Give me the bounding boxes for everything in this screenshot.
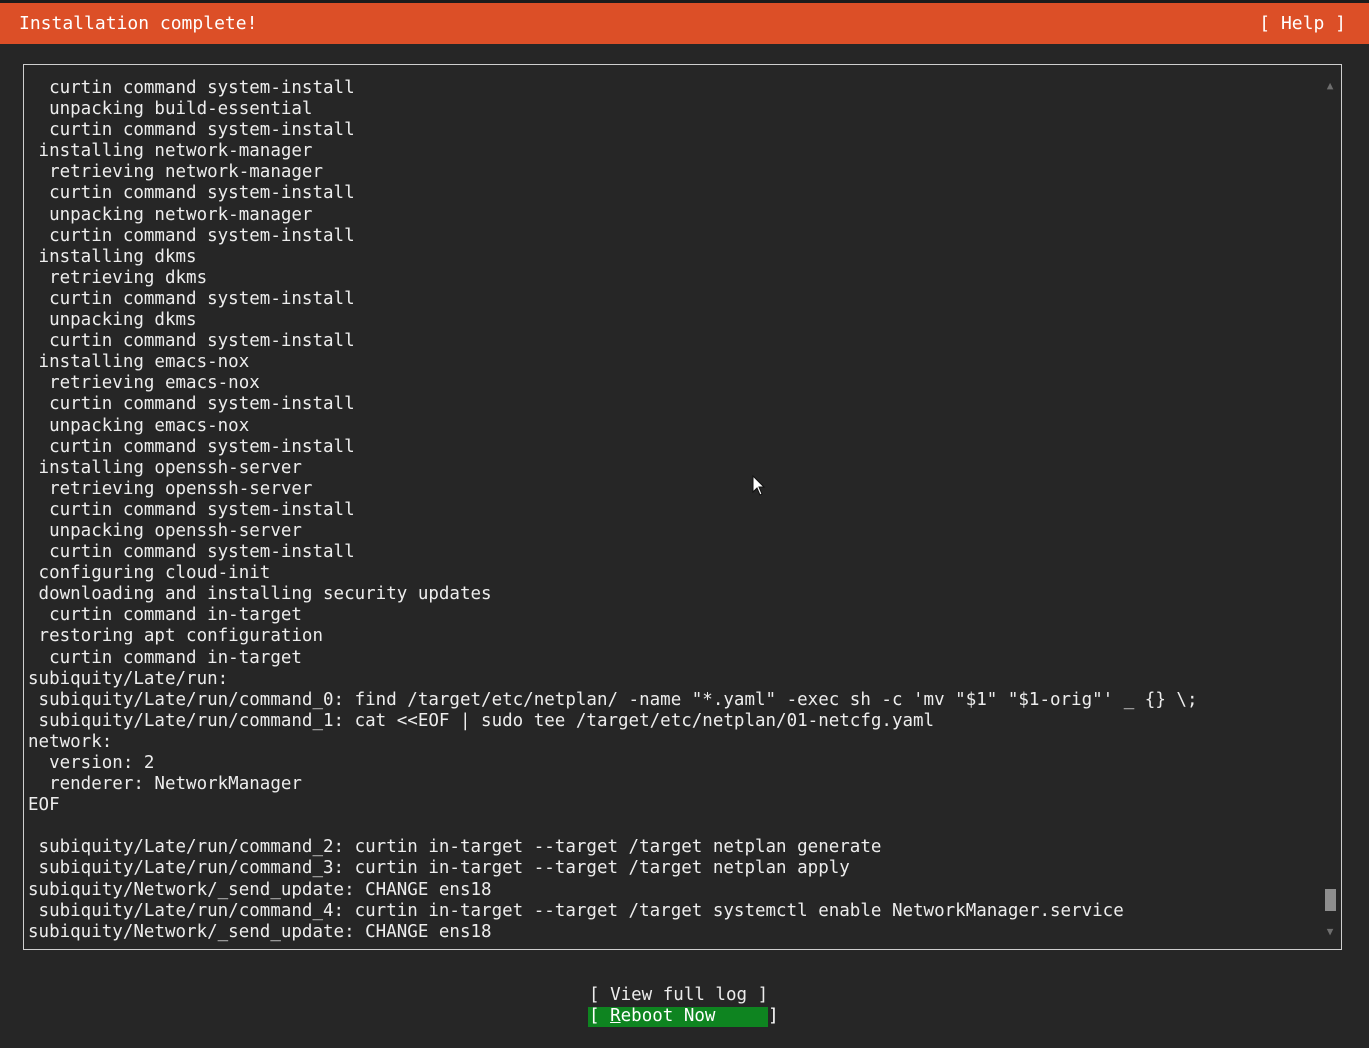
scroll-thumb[interactable] <box>1325 889 1336 911</box>
log-line: retrieving dkms <box>28 267 208 288</box>
log-line: configuring cloud-init <box>28 563 271 584</box>
mouse-pointer-icon <box>752 475 766 496</box>
log-line: curtin command in-target <box>28 605 302 626</box>
page-title: Installation complete! <box>19 13 258 34</box>
log-line: downloading and installing security upda… <box>28 584 492 605</box>
log-line: retrieving openssh-server <box>28 478 313 499</box>
log-line: curtin command system-install <box>28 120 355 141</box>
install-log-text: curtin command system-install unpacking … <box>28 78 1313 946</box>
log-line: subiquity/Late/run: <box>28 668 229 689</box>
log-line: subiquity/Network/_send_update: CHANGE e… <box>28 879 492 900</box>
install-log-panel[interactable]: curtin command system-install unpacking … <box>23 64 1342 950</box>
reboot-label-rest: eboot Now ] <box>620 1006 779 1026</box>
log-line: version: 2 <box>28 753 155 773</box>
log-line: curtin command system-install <box>28 394 355 415</box>
help-button[interactable]: [ Help ] <box>1259 14 1346 34</box>
log-line: unpacking build-essential <box>28 99 313 120</box>
log-line: retrieving network-manager <box>28 162 324 183</box>
log-line: installing network-manager <box>28 141 313 162</box>
scroll-up-icon[interactable]: ▲ <box>1323 79 1337 93</box>
reboot-bracket-open: [ <box>589 1006 611 1026</box>
log-line: subiquity/Late/run/command_3: curtin in-… <box>28 858 850 879</box>
log-line: curtin command system-install <box>28 225 355 246</box>
log-line: subiquity/Late/run/command_2: curtin in-… <box>28 837 882 858</box>
log-line: unpacking emacs-nox <box>28 415 250 436</box>
installer-screen: Installation complete! [ Help ] curtin c… <box>0 0 1369 1048</box>
log-line: retrieving emacs-nox <box>28 373 260 394</box>
log-line: subiquity/Late/run/command_0: find /targ… <box>28 689 1198 710</box>
log-line: curtin command in-target <box>28 647 302 668</box>
log-line: curtin command system-install <box>28 183 355 204</box>
view-full-log-button[interactable]: [ View full log ] <box>589 986 768 1006</box>
log-line: unpacking network-manager <box>28 204 313 225</box>
log-line: network: <box>28 731 113 752</box>
scroll-down-icon[interactable]: ▼ <box>1323 925 1337 939</box>
header-bar: Installation complete! [ Help ] <box>0 3 1369 44</box>
log-line: unpacking openssh-server <box>28 520 302 541</box>
log-line: unpacking dkms <box>28 310 197 331</box>
log-line: restoring apt configuration <box>28 626 324 647</box>
scrollbar[interactable]: ▲ ▼ <box>1323 79 1337 939</box>
log-line: installing dkms <box>28 246 197 267</box>
reboot-hotkey: R <box>610 1006 621 1026</box>
log-line: curtin command system-install <box>28 288 355 309</box>
log-line: curtin command system-install <box>28 542 355 563</box>
log-line: subiquity/Late/run/command_4: curtin in-… <box>28 900 1124 921</box>
log-line: installing emacs-nox <box>28 352 250 373</box>
reboot-now-button[interactable]: [ Reboot Now ] <box>588 1006 779 1027</box>
log-line: curtin command system-install <box>28 436 355 457</box>
log-line: curtin command system-install <box>28 331 355 352</box>
log-line: renderer: NetworkManager <box>28 774 302 795</box>
log-line: installing openssh-server <box>28 457 302 478</box>
log-line: curtin command system-install <box>28 499 355 520</box>
log-line: subiquity/Network/_send_update: CHANGE e… <box>28 921 492 942</box>
log-line: EOF <box>28 795 60 816</box>
log-line: curtin command system-install <box>28 78 355 98</box>
log-line: subiquity/Late/run/command_1: cat <<EOF … <box>28 710 935 731</box>
